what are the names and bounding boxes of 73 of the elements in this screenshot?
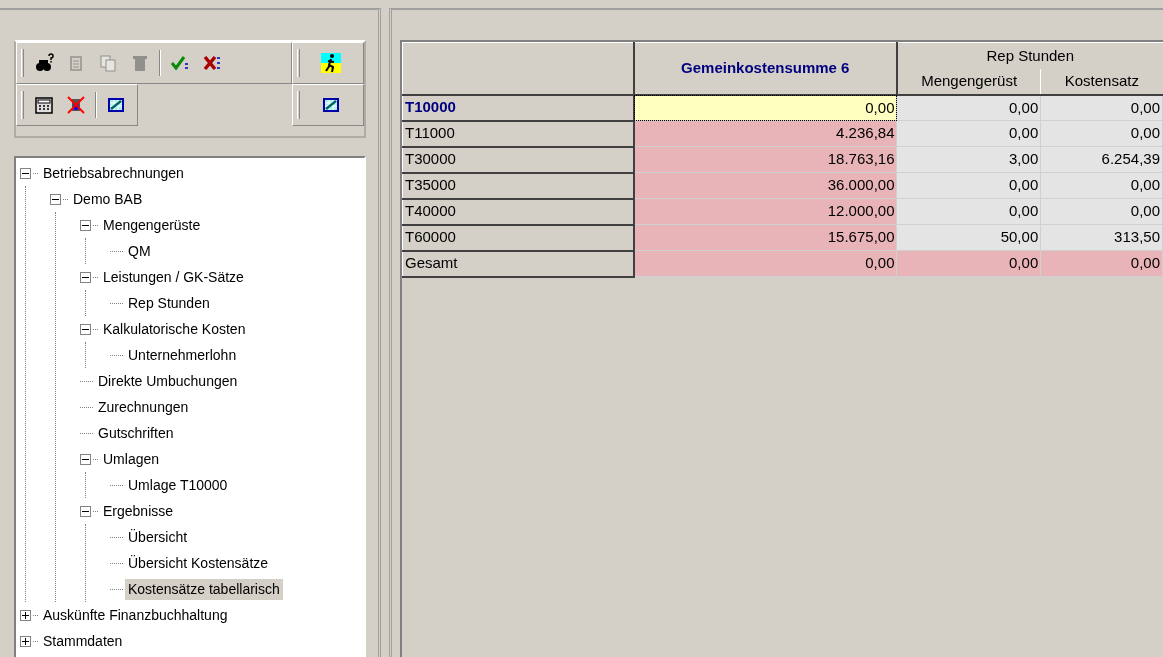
plus-icon (22, 611, 29, 619)
row-header: Gesamt (402, 250, 634, 277)
cross-icon (202, 53, 222, 73)
row-header: T30000 (402, 146, 634, 173)
expand-toggle[interactable] (20, 609, 31, 621)
tree-item[interactable]: Ergebnisse (100, 500, 177, 522)
tree-item[interactable]: Mengengerüste (100, 214, 204, 236)
tree-item[interactable]: Kalkulatorische Kosten (100, 318, 249, 340)
column-group-header: Rep Stunden (897, 42, 1163, 69)
tree-item[interactable]: Übersicht (125, 526, 191, 548)
table-cell: 6.254,39 (1040, 146, 1163, 173)
tree-item[interactable]: Umlagen (100, 448, 163, 470)
row-header: T10000 (402, 94, 634, 121)
row-header: T35000 (402, 172, 634, 199)
table-cell: 36.000,00 (633, 172, 897, 199)
table-cell: 3,00 (897, 146, 1041, 173)
tree-item[interactable]: Demo BAB (70, 188, 146, 210)
tree-item[interactable]: Stammdaten (40, 630, 126, 652)
tree-item[interactable]: Betriebsabrechnungen (40, 162, 187, 184)
table-cell: 4.236,84 (633, 120, 897, 147)
table-cell: 0,00 (897, 250, 1041, 277)
table-cell: 12.000,00 (633, 198, 897, 225)
row-header: T11000 (402, 120, 634, 147)
calculator-icon (34, 95, 54, 115)
table-cell: 50,00 (897, 224, 1041, 251)
crossed-out-icon (66, 95, 86, 115)
collapse-toggle[interactable] (20, 167, 31, 179)
collapse-toggle[interactable] (80, 271, 91, 283)
tree-item[interactable]: Unternehmerlohn (125, 344, 240, 366)
table-cell: 0,00 (897, 94, 1041, 121)
collapse-toggle[interactable] (80, 323, 91, 335)
collapse-toggle[interactable] (50, 193, 61, 205)
table-cell: 0,00 (633, 94, 897, 121)
binoculars-icon (34, 53, 54, 73)
trash-icon (130, 53, 150, 73)
table-cell: 15.675,00 (633, 224, 897, 251)
column-header: Kostensatz (1040, 68, 1163, 95)
column-header: Gemeinkostensumme 6 (633, 42, 897, 95)
table-cell: 0,00 (1040, 250, 1163, 277)
expand-toggle[interactable] (20, 635, 31, 647)
plus-icon (22, 637, 29, 645)
tree-item[interactable]: Auskünfte Finanzbuchhaltung (40, 604, 231, 626)
copy-icon (98, 53, 118, 73)
tree-item[interactable]: QM (125, 240, 154, 262)
table-cell: 0,00 (1040, 120, 1163, 147)
collapse-toggle[interactable] (80, 505, 91, 517)
running-figure-icon (321, 53, 341, 73)
table-cell: 0,00 (897, 120, 1041, 147)
collapse-toggle[interactable] (80, 219, 91, 231)
row-header: T60000 (402, 224, 634, 251)
running-figure-button[interactable] (318, 50, 344, 76)
row-header: T40000 (402, 198, 634, 225)
table-cell: 0,00 (1040, 198, 1163, 225)
table-cell: 0,00 (1040, 94, 1163, 121)
table-cell: 0,00 (897, 198, 1041, 225)
tree-item[interactable]: Übersicht Kostensätze (125, 552, 272, 574)
table-cell: 18.763,16 (633, 146, 897, 173)
tree-item[interactable]: Zurechnungen (95, 396, 192, 418)
table-cell: 313,50 (1040, 224, 1163, 251)
table-cell: 0,00 (633, 250, 897, 277)
column-header: Mengengerüst (897, 68, 1041, 95)
table-cell: 0,00 (1040, 172, 1163, 199)
checkmark-icon (170, 53, 190, 73)
tree-item[interactable]: Rep Stunden (125, 292, 213, 314)
tree-item[interactable]: Gutschriften (95, 422, 177, 444)
tree-item[interactable]: Umlage T10000 (125, 474, 231, 496)
tree-item[interactable]: Kostensätze tabellarisch (125, 578, 283, 600)
table-cell: 0,00 (897, 172, 1041, 199)
tree-item[interactable]: Leistungen / GK-Sätze (100, 266, 247, 288)
chart-icon (321, 95, 341, 115)
chart-icon (106, 95, 126, 115)
tree-item[interactable]: Direkte Umbuchungen (95, 370, 241, 392)
collapse-toggle[interactable] (80, 453, 91, 465)
